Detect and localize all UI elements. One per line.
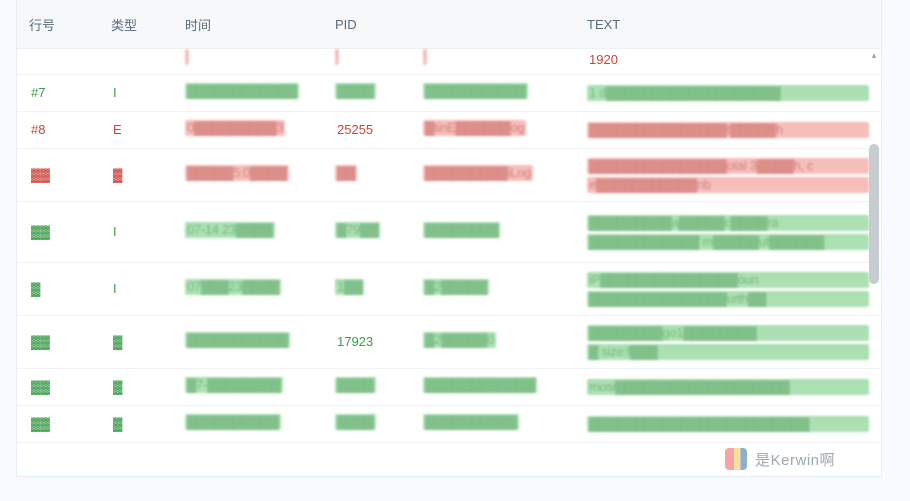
cell-time: ▓▓▓▓▓5:0▓▓▓▓ bbox=[173, 149, 323, 202]
cell-row bbox=[17, 49, 99, 75]
cell-type: ▓ bbox=[99, 149, 173, 202]
cell-type: I bbox=[99, 202, 173, 263]
cell-type: I bbox=[99, 75, 173, 112]
cell-tag: ▓2▓▓▓▓▓0 bbox=[411, 316, 575, 369]
log-table: 行号 类型 时间 PID TEXT 1920#7I▓▓▓▓▓▓▓▓▓▓▓▓▓▓▓… bbox=[17, 0, 881, 443]
cell-text: mosi▓▓▓▓▓▓▓▓▓▓▓▓▓▓▓▓▓▓▓ bbox=[575, 369, 881, 406]
table-row[interactable]: ▓▓▓▓▓▓▓▓5:0▓▓▓▓▓▓▓▓▓▓▓▓▓▓▓iLog▓▓▓▓▓▓▓▓▓▓… bbox=[17, 149, 881, 202]
cell-tag: ▓2▓▓▓▓▓ bbox=[411, 263, 575, 316]
cell-row: ▓▓ bbox=[17, 406, 99, 443]
cell-pid: ▓▓▓▓ bbox=[323, 369, 411, 406]
cell-time: ▓▓▓▓▓▓▓▓▓▓ bbox=[173, 406, 323, 443]
cell-tag: ▓▓▓▓▓▓▓▓▓▓▓▓ bbox=[411, 369, 575, 406]
watermark-text: 是Kerwin啊 bbox=[755, 449, 835, 470]
cell-type: ▓ bbox=[99, 406, 173, 443]
cell-pid: ▓▓▓▓ bbox=[323, 75, 411, 112]
cell-time: ▓▓▓▓▓▓▓▓▓▓▓ bbox=[173, 316, 323, 369]
table-row[interactable]: ▓I07▓▓▓23▓▓▓▓1▓▓▓2▓▓▓▓▓iP▓▓▓▓▓▓▓▓▓▓▓▓▓▓▓… bbox=[17, 263, 881, 316]
col-text[interactable]: TEXT bbox=[575, 0, 881, 49]
cell-type: ▓ bbox=[99, 369, 173, 406]
cell-text: 1 d▓▓▓▓▓▓▓▓▓▓▓▓▓▓▓▓▓▓▓ bbox=[575, 75, 881, 112]
cell-time bbox=[173, 49, 323, 75]
cell-time: ▓7-▓▓▓▓▓▓▓▓ bbox=[173, 369, 323, 406]
cell-time: 0▓▓▓▓▓▓▓▓▓3 bbox=[173, 112, 323, 149]
watermark: 是Kerwin啊 bbox=[725, 448, 835, 470]
table-row[interactable]: ▓▓▓▓▓▓▓▓▓▓▓▓▓▓▓▓▓▓▓▓▓▓▓▓▓▓▓▓▓▓▓▓▓▓▓▓▓▓▓▓… bbox=[17, 406, 881, 443]
watermark-icon bbox=[725, 448, 747, 470]
cell-row: ▓▓ bbox=[17, 316, 99, 369]
cell-pid: ▓▓▓▓ bbox=[323, 406, 411, 443]
col-tag[interactable] bbox=[411, 0, 575, 49]
cell-row: ▓▓ bbox=[17, 149, 99, 202]
cell-row: ▓▓ bbox=[17, 369, 99, 406]
cell-tag: ▓tinE▓▓▓▓▓▓og bbox=[411, 112, 575, 149]
scroll-up-icon[interactable]: ▴ bbox=[867, 48, 881, 62]
table-row[interactable]: #8E0▓▓▓▓▓▓▓▓▓325255▓tinE▓▓▓▓▓▓og▓▓▓▓▓▓▓▓… bbox=[17, 112, 881, 149]
cell-pid: 25255 bbox=[323, 112, 411, 149]
cell-pid: ▓79▓▓ bbox=[323, 202, 411, 263]
cell-pid: ▓▓ bbox=[323, 149, 411, 202]
cell-text: ▓▓▓▓▓▓▓▓▓▓▓▓▓▓▓▓▓▓▓▓▓▓▓▓ bbox=[575, 406, 881, 443]
cell-type: ▓ bbox=[99, 316, 173, 369]
log-table-body: 1920#7I▓▓▓▓▓▓▓▓▓▓▓▓▓▓▓▓▓▓▓▓▓▓▓▓▓▓▓1 d▓▓▓… bbox=[17, 49, 881, 443]
table-row[interactable]: ▓▓I07-14 23▓▓▓▓▓79▓▓▓▓▓▓▓▓▓▓▓▓▓▓▓▓▓▓▓a▓▓… bbox=[17, 202, 881, 263]
cell-text: ▓▓▓▓▓▓▓▓▓▓▓▓▓▓▓otal 3▓▓▓▓h, ce▓▓▓▓▓▓▓▓▓▓… bbox=[575, 149, 881, 202]
cell-text: iP▓▓▓▓▓▓▓▓▓▓▓▓▓▓▓oun▓▓▓▓▓▓▓▓▓▓▓▓▓▓▓urth▓… bbox=[575, 263, 881, 316]
cell-type: E bbox=[99, 112, 173, 149]
cell-time: 07-14 23▓▓▓▓ bbox=[173, 202, 323, 263]
cell-row: ▓ bbox=[17, 263, 99, 316]
cell-time: 07▓▓▓23▓▓▓▓ bbox=[173, 263, 323, 316]
cell-text: 1920 bbox=[575, 49, 881, 75]
table-row[interactable]: #7I▓▓▓▓▓▓▓▓▓▓▓▓▓▓▓▓▓▓▓▓▓▓▓▓▓▓▓1 d▓▓▓▓▓▓▓… bbox=[17, 75, 881, 112]
cell-tag bbox=[411, 49, 575, 75]
scrollbar-track[interactable]: ▴ bbox=[867, 48, 881, 476]
cell-type: I bbox=[99, 263, 173, 316]
cell-row: #8 bbox=[17, 112, 99, 149]
table-row[interactable]: ▓▓▓▓7-▓▓▓▓▓▓▓▓▓▓▓▓▓▓▓▓▓▓▓▓▓▓▓▓mosi▓▓▓▓▓▓… bbox=[17, 369, 881, 406]
table-row[interactable]: ▓▓▓▓▓▓▓▓▓▓▓▓▓▓17923▓2▓▓▓▓▓0▓▓▓▓▓▓▓▓go1▓▓… bbox=[17, 316, 881, 369]
cell-text: ▓▓▓▓▓▓▓▓go1▓▓▓▓▓▓▓▓▓ size:f▓▓▓ bbox=[575, 316, 881, 369]
col-row[interactable]: 行号 bbox=[17, 0, 99, 49]
col-type[interactable]: 类型 bbox=[99, 0, 173, 49]
log-table-header: 行号 类型 时间 PID TEXT bbox=[17, 0, 881, 49]
col-time[interactable]: 时间 bbox=[173, 0, 323, 49]
log-table-panel: 行号 类型 时间 PID TEXT 1920#7I▓▓▓▓▓▓▓▓▓▓▓▓▓▓▓… bbox=[16, 0, 882, 477]
cell-tag: ▓▓▓▓▓▓▓▓ bbox=[411, 202, 575, 263]
cell-tag: ▓▓▓▓▓▓▓▓▓▓ bbox=[411, 406, 575, 443]
cell-tag: ▓▓▓▓▓▓▓▓▓iLog bbox=[411, 149, 575, 202]
cell-text: ▓▓▓▓▓▓▓▓▓▓▓▓▓▓▓t▓▓▓▓▓h bbox=[575, 112, 881, 149]
cell-text: ▓▓▓▓▓▓▓▓▓a▓▓▓▓▓c▓▓▓▓ra▓▓▓▓▓▓▓▓▓▓▓▓ m▓▓▓▓… bbox=[575, 202, 881, 263]
cell-tag: ▓▓▓▓▓▓▓▓▓▓▓ bbox=[411, 75, 575, 112]
scrollbar-thumb[interactable] bbox=[869, 144, 879, 284]
cell-pid: 1▓▓ bbox=[323, 263, 411, 316]
cell-type bbox=[99, 49, 173, 75]
col-pid[interactable]: PID bbox=[323, 0, 411, 49]
cell-row: #7 bbox=[17, 75, 99, 112]
cell-pid: 17923 bbox=[323, 316, 411, 369]
cell-time: ▓▓▓▓▓▓▓▓▓▓▓▓ bbox=[173, 75, 323, 112]
cell-pid bbox=[323, 49, 411, 75]
table-row[interactable]: 1920 bbox=[17, 49, 881, 75]
cell-row: ▓▓ bbox=[17, 202, 99, 263]
